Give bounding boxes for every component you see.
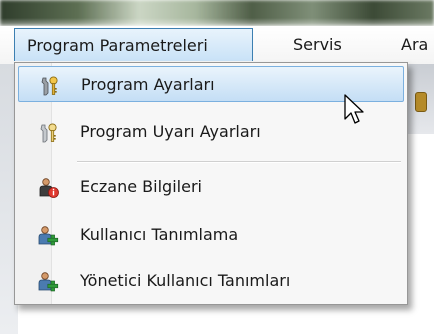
menu-item-eczane-bilgileri[interactable]: Eczane Bilgileri [18,169,404,205]
menu-item-yonetici-kullanici-tanimlari[interactable]: Yönetici Kullanıcı Tanımları [18,263,404,299]
menu-servis[interactable]: Servis [293,26,342,64]
menu-item-label: Yönetici Kullanıcı Tanımları [80,271,291,290]
user-info-icon [39,178,59,198]
tools-icon [41,76,58,96]
menu-item-label: Eczane Bilgileri [80,177,202,196]
menu-item-label: Program Ayarları [81,75,215,94]
tools-icon [40,123,57,143]
menu-ara[interactable]: Ara [401,26,428,64]
toolbar-button-icon [415,92,427,112]
menu-item-label: Program Uyarı Ayarları [80,122,261,141]
menu-item-kullanici-tanimlama[interactable]: Kullanıcı Tanımlama [18,217,404,253]
menu-item-label: Kullanıcı Tanımlama [80,225,239,244]
mouse-cursor-icon [344,94,364,124]
menu-program-parametreleri[interactable]: Program Parametreleri [14,28,253,61]
menu-separator [77,161,401,163]
menu-bar: Program Parametreleri Servis Ara [0,26,434,65]
user-add-icon [38,272,59,292]
user-add-icon [38,226,59,246]
